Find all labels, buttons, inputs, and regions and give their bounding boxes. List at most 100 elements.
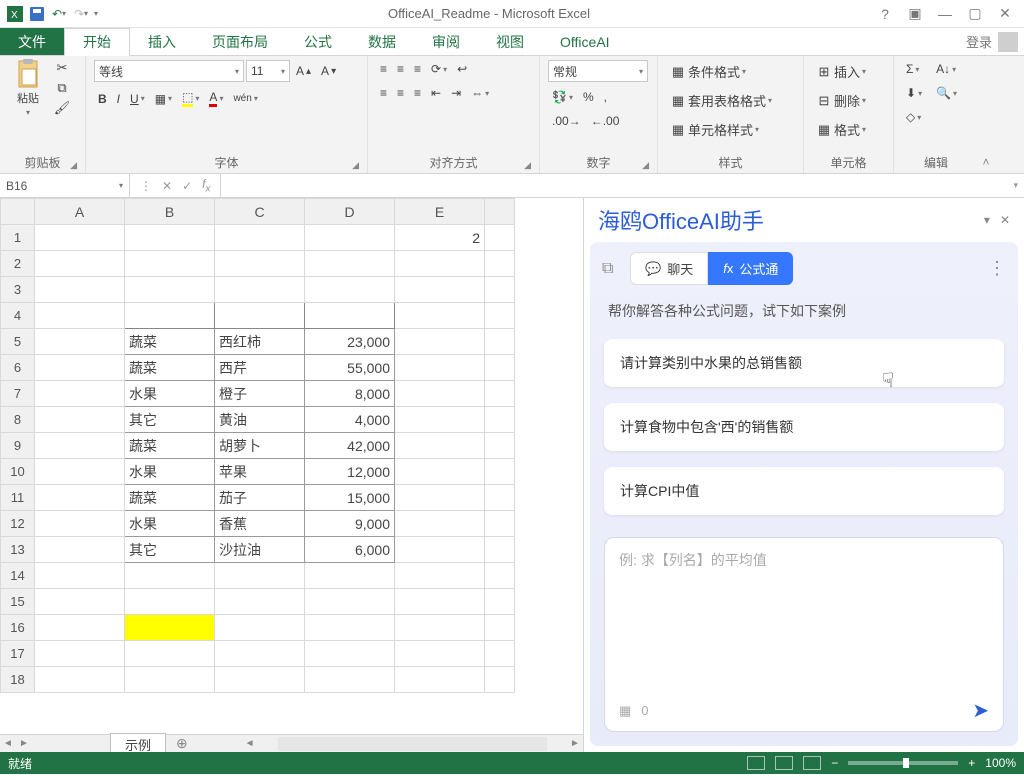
format-painter-icon[interactable]: 🖌: [54, 100, 70, 116]
align-bottom-icon[interactable]: ≡: [410, 60, 425, 78]
cell[interactable]: 42,000: [305, 433, 395, 459]
row-header[interactable]: 1: [1, 225, 35, 251]
pane-menu-icon[interactable]: ⋮: [988, 258, 1006, 279]
cell[interactable]: 水果: [125, 511, 215, 537]
align-top-icon[interactable]: ≡: [376, 60, 391, 78]
pane-textarea[interactable]: 例: 求【列名】的平均值: [605, 538, 1003, 690]
border-button[interactable]: ▦▾: [151, 90, 176, 108]
cell[interactable]: 2: [395, 225, 485, 251]
tab-review[interactable]: 审阅: [414, 28, 478, 55]
row-header[interactable]: 8: [1, 407, 35, 433]
suggestion-item[interactable]: 请计算类别中水果的总销售额: [604, 339, 1004, 387]
cell[interactable]: [215, 225, 305, 251]
expand-formula-bar-icon[interactable]: ▾: [1013, 180, 1018, 191]
cell[interactable]: [35, 485, 125, 511]
cell[interactable]: [215, 667, 305, 693]
cell[interactable]: [125, 589, 215, 615]
cell[interactable]: [35, 355, 125, 381]
cell[interactable]: 55,000: [305, 355, 395, 381]
cell[interactable]: [35, 537, 125, 563]
find-select-icon[interactable]: 🔍▾: [932, 84, 961, 102]
accounting-format-icon[interactable]: 💱▾: [548, 88, 577, 106]
cell[interactable]: [215, 251, 305, 277]
cell[interactable]: [305, 251, 395, 277]
row-header[interactable]: 16: [1, 615, 35, 641]
align-middle-icon[interactable]: ≡: [393, 60, 408, 78]
row-header[interactable]: 6: [1, 355, 35, 381]
save-icon[interactable]: [28, 5, 46, 23]
tab-home[interactable]: 开始: [64, 28, 130, 56]
view-normal-icon[interactable]: [747, 756, 765, 770]
row-header[interactable]: 17: [1, 641, 35, 667]
hscrollbar[interactable]: [278, 737, 547, 751]
cell[interactable]: [215, 589, 305, 615]
row-header[interactable]: 10: [1, 459, 35, 485]
increase-decimal-icon[interactable]: .00→: [548, 112, 585, 130]
grid-select-icon[interactable]: ▦: [619, 703, 631, 719]
sheet-tab[interactable]: 示例: [110, 733, 166, 753]
cell[interactable]: 苹果: [215, 459, 305, 485]
row-header[interactable]: 9: [1, 433, 35, 459]
cell[interactable]: [125, 225, 215, 251]
merge-center-icon[interactable]: ⇔▾: [467, 84, 493, 102]
zoom-out-icon[interactable]: −: [831, 756, 838, 770]
cell[interactable]: 蔬菜: [125, 329, 215, 355]
row-header[interactable]: 4: [1, 303, 35, 329]
cell[interactable]: [395, 485, 485, 511]
italic-button[interactable]: I: [113, 90, 124, 108]
cell[interactable]: [395, 407, 485, 433]
cell[interactable]: [395, 563, 485, 589]
cell[interactable]: [395, 433, 485, 459]
pane-tab-formula[interactable]: fx公式通: [708, 252, 793, 285]
cell[interactable]: [395, 381, 485, 407]
cell[interactable]: 8,000: [305, 381, 395, 407]
avatar[interactable]: [998, 32, 1018, 52]
cell[interactable]: [305, 225, 395, 251]
phonetic-button[interactable]: wén▾: [229, 91, 261, 106]
cell[interactable]: 蔬菜: [125, 485, 215, 511]
cell[interactable]: 23,000: [305, 329, 395, 355]
cell[interactable]: 橙子: [215, 381, 305, 407]
row-header[interactable]: 3: [1, 277, 35, 303]
undo-icon[interactable]: ↶▾: [50, 5, 68, 23]
hscroll-left-icon[interactable]: ◄: [242, 738, 258, 749]
cell[interactable]: [35, 511, 125, 537]
cell[interactable]: [35, 615, 125, 641]
redo-icon[interactable]: ↷▾: [72, 5, 90, 23]
insert-function-icon[interactable]: fx: [202, 177, 210, 194]
row-header[interactable]: 15: [1, 589, 35, 615]
cut-icon[interactable]: ✂: [54, 60, 70, 76]
number-format-combo[interactable]: 常规▾: [548, 60, 648, 82]
cell[interactable]: 4,000: [305, 407, 395, 433]
cell[interactable]: 胡萝卜: [215, 433, 305, 459]
cell[interactable]: 销售额: [305, 303, 395, 329]
insert-cells-button[interactable]: ⊞插入▾: [812, 60, 870, 83]
cube-icon[interactable]: ⧉: [602, 260, 624, 278]
cell[interactable]: 其它: [125, 537, 215, 563]
cell[interactable]: 其它: [125, 407, 215, 433]
cell[interactable]: [35, 563, 125, 589]
cell[interactable]: [395, 329, 485, 355]
cell[interactable]: [35, 407, 125, 433]
font-size-combo[interactable]: 11▾: [246, 60, 290, 82]
cell[interactable]: [35, 459, 125, 485]
align-right-icon[interactable]: ≡: [410, 84, 425, 102]
sheet-nav-right-icon[interactable]: ►: [16, 738, 32, 749]
cell[interactable]: [305, 589, 395, 615]
font-color-button[interactable]: A▾: [205, 88, 227, 109]
cell[interactable]: 西芹: [215, 355, 305, 381]
indent-decrease-icon[interactable]: ⇤: [427, 84, 445, 102]
cell[interactable]: [395, 641, 485, 667]
indent-increase-icon[interactable]: ⇥: [447, 84, 465, 102]
align-left-icon[interactable]: ≡: [376, 84, 391, 102]
clear-icon[interactable]: ◇▾: [902, 108, 926, 126]
sort-filter-icon[interactable]: A↓▾: [932, 60, 961, 78]
spreadsheet-grid[interactable]: ABCDE12234类别食物销售额5蔬菜西红柿23,0006蔬菜西芹55,000…: [0, 198, 515, 693]
sheet-nav-left-icon[interactable]: ◄: [0, 738, 16, 749]
cell[interactable]: 6,000: [305, 537, 395, 563]
tab-officeai[interactable]: OfficeAI: [542, 28, 628, 55]
name-box[interactable]: B16▾: [0, 174, 130, 197]
tab-layout[interactable]: 页面布局: [194, 28, 286, 55]
cell[interactable]: [395, 589, 485, 615]
cell[interactable]: [35, 225, 125, 251]
